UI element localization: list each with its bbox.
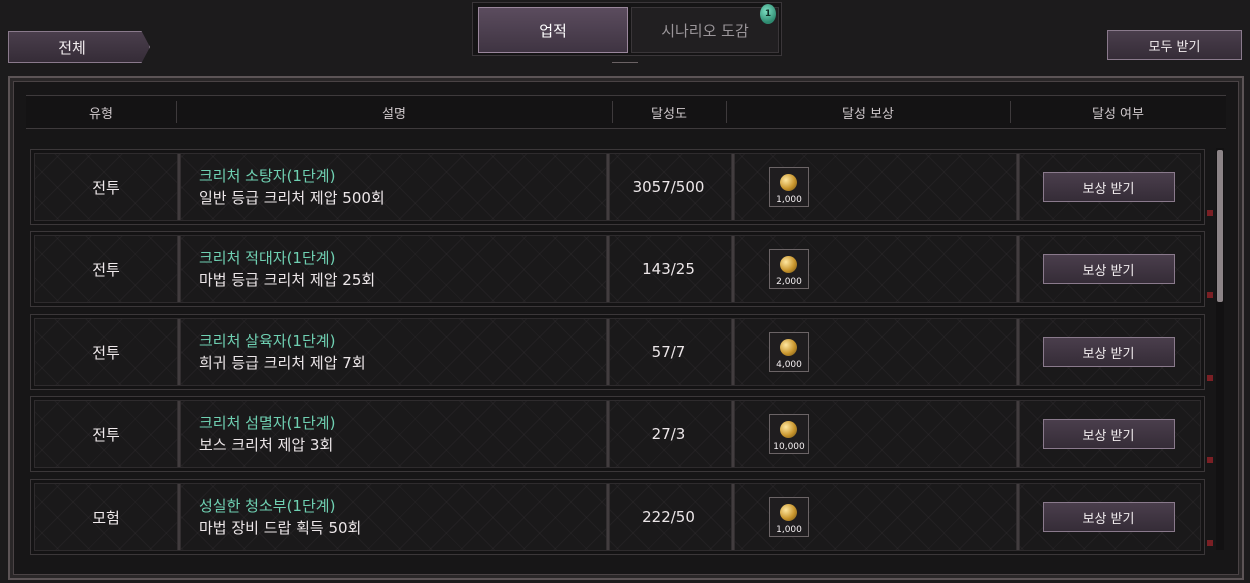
tab-achievements[interactable]: 업적: [478, 7, 628, 53]
header-reward: 달성 보상: [842, 106, 894, 122]
row-action: 보상 받기: [1041, 397, 1176, 471]
header-progress: 달성도: [651, 106, 687, 122]
gold-coin-icon: 1,000: [769, 167, 809, 207]
row-action: 보상 받기: [1041, 150, 1176, 224]
row-marker: [1207, 210, 1213, 216]
row-progress: 3057/500: [632, 178, 705, 196]
scrollbar-thumb[interactable]: [1217, 150, 1223, 302]
row-marker: [1207, 292, 1213, 298]
claim-reward-button[interactable]: 보상 받기: [1042, 337, 1175, 367]
row-reward: 4,000: [759, 315, 819, 389]
row-action: 보상 받기: [1041, 480, 1176, 554]
row-marker: [1207, 457, 1213, 463]
row-reward: 1,000: [759, 480, 819, 554]
filter-all-button[interactable]: 전체: [8, 31, 150, 63]
row-progress: 143/25: [642, 260, 695, 278]
row-action: 보상 받기: [1041, 232, 1176, 306]
achievement-text: 보스 크리처 제압 3회: [199, 436, 334, 454]
row-progress: 27/3: [651, 425, 686, 443]
achievement-title: 크리처 살육자(1단계): [199, 332, 336, 350]
gold-coin-icon: 10,000: [769, 414, 809, 454]
row-type: 전투: [92, 425, 120, 444]
claim-reward-button[interactable]: 보상 받기: [1042, 419, 1175, 449]
row-reward: 10,000: [759, 397, 819, 471]
row-type: 전투: [92, 178, 120, 197]
claim-reward-button[interactable]: 보상 받기: [1042, 502, 1175, 532]
receive-all-button[interactable]: 모두 받기: [1107, 30, 1242, 60]
table-header: 유형 설명 달성도 달성 보상 달성 여부: [26, 95, 1226, 129]
frame-ornament: [612, 62, 638, 71]
filter-label: 전체: [58, 38, 86, 57]
table-row: 전투 크리처 소탕자(1단계) 일반 등급 크리처 제압 500회 3057/5…: [30, 149, 1205, 225]
row-description: 크리처 섬멸자(1단계) 보스 크리처 제압 3회: [199, 397, 599, 471]
gold-coin-icon: 1,000: [769, 497, 809, 537]
row-reward: 1,000: [759, 150, 819, 224]
header-description: 설명: [382, 106, 406, 122]
row-type: 모험: [92, 508, 120, 527]
reward-amount: 10,000: [773, 442, 805, 452]
row-description: 크리처 적대자(1단계) 마법 등급 크리처 제압 25회: [199, 232, 599, 306]
achievement-title: 크리처 섬멸자(1단계): [199, 414, 336, 432]
table-row: 전투 크리처 살육자(1단계) 희귀 등급 크리처 제압 7회 57/7 4,0…: [30, 314, 1205, 390]
achievement-title: 크리처 소탕자(1단계): [199, 167, 336, 185]
row-action: 보상 받기: [1041, 315, 1176, 389]
reward-amount: 1,000: [776, 525, 802, 535]
reward-amount: 2,000: [776, 277, 802, 287]
notification-badge: 1: [760, 4, 776, 24]
header-type: 유형: [89, 106, 113, 122]
row-description: 크리처 소탕자(1단계) 일반 등급 크리처 제압 500회: [199, 150, 599, 224]
achievement-title: 크리처 적대자(1단계): [199, 249, 336, 267]
row-description: 성실한 청소부(1단계) 마법 장비 드랍 획득 50회: [199, 480, 599, 554]
table-row: 전투 크리처 섬멸자(1단계) 보스 크리처 제압 3회 27/3 10,000…: [30, 396, 1205, 472]
header-status: 달성 여부: [1092, 106, 1144, 122]
table-row: 모험 성실한 청소부(1단계) 마법 장비 드랍 획득 50회 222/50 1…: [30, 479, 1205, 555]
claim-reward-button[interactable]: 보상 받기: [1042, 172, 1175, 202]
row-type: 전투: [92, 260, 120, 279]
row-description: 크리처 살육자(1단계) 희귀 등급 크리처 제압 7회: [199, 315, 599, 389]
achievement-text: 마법 장비 드랍 획득 50회: [199, 519, 362, 537]
row-marker: [1207, 540, 1213, 546]
achievement-title: 성실한 청소부(1단계): [199, 497, 336, 515]
row-type: 전투: [92, 343, 120, 362]
row-progress: 57/7: [651, 343, 686, 361]
row-reward: 2,000: [759, 232, 819, 306]
gold-coin-icon: 4,000: [769, 332, 809, 372]
achievement-text: 일반 등급 크리처 제압 500회: [199, 189, 385, 207]
tab-bar: 업적 시나리오 도감: [472, 2, 782, 56]
claim-reward-button[interactable]: 보상 받기: [1042, 254, 1175, 284]
achievement-text: 마법 등급 크리처 제압 25회: [199, 271, 376, 289]
achievement-text: 희귀 등급 크리처 제압 7회: [199, 354, 366, 372]
reward-amount: 1,000: [776, 195, 802, 205]
row-marker: [1207, 375, 1213, 381]
reward-amount: 4,000: [776, 360, 802, 370]
gold-coin-icon: 2,000: [769, 249, 809, 289]
table-row: 전투 크리처 적대자(1단계) 마법 등급 크리처 제압 25회 143/25 …: [30, 231, 1205, 307]
row-progress: 222/50: [642, 508, 695, 526]
tab-scenario-book[interactable]: 시나리오 도감: [631, 7, 779, 53]
